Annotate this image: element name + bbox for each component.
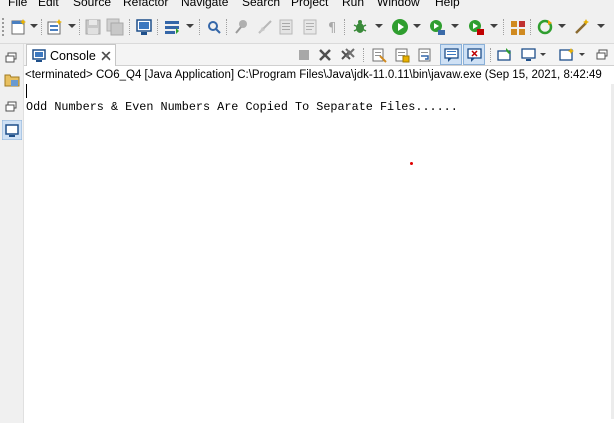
menu-help[interactable]: Help bbox=[435, 0, 460, 10]
console-view: Console <terminated> CO6_Q4 [Java Applic… bbox=[24, 44, 614, 423]
remove-all-terminated-icon[interactable] bbox=[340, 47, 356, 63]
left-trim-stack bbox=[0, 44, 24, 423]
restore-icon[interactable] bbox=[4, 99, 20, 115]
toolbar-separator bbox=[226, 19, 227, 35]
show-console-on-output-icon bbox=[444, 48, 459, 62]
annotation-icon[interactable] bbox=[256, 18, 274, 36]
external-tools-dropdown-icon[interactable] bbox=[490, 24, 498, 28]
menu-run[interactable]: Run bbox=[342, 0, 364, 10]
open-console-dropdown-icon[interactable] bbox=[579, 53, 585, 56]
refresh-icon[interactable] bbox=[536, 18, 554, 36]
menu-file[interactable]: File bbox=[8, 0, 27, 10]
toolbar-separator bbox=[530, 19, 531, 35]
run-dropdown-icon[interactable] bbox=[413, 24, 421, 28]
word-wrap-icon[interactable] bbox=[417, 47, 433, 63]
debug-dropdown-icon[interactable] bbox=[375, 24, 383, 28]
toolbar-grip[interactable] bbox=[2, 18, 5, 36]
scroll-lock-icon[interactable] bbox=[394, 47, 410, 63]
toolbar-separator bbox=[490, 48, 491, 62]
display-selected-console-icon[interactable] bbox=[521, 47, 537, 63]
refresh-dropdown-icon[interactable] bbox=[558, 24, 566, 28]
menu-bar: File Edit Source Refactor Navigate Searc… bbox=[0, 0, 614, 10]
wand-dropdown-icon[interactable] bbox=[597, 24, 605, 28]
format-icon[interactable] bbox=[278, 18, 296, 36]
show-console-on-error-icon bbox=[467, 48, 482, 62]
main-toolbar: ¶ bbox=[0, 10, 614, 44]
tab-console-label: Console bbox=[50, 49, 96, 63]
clear-console-icon[interactable] bbox=[371, 47, 387, 63]
toolbar-separator bbox=[129, 19, 130, 35]
restore-icon[interactable] bbox=[4, 50, 20, 66]
toolbar-separator bbox=[157, 19, 158, 35]
show-on-error-toggle[interactable] bbox=[463, 44, 485, 65]
restore-icon[interactable] bbox=[594, 47, 610, 63]
menu-refactor[interactable]: Refactor bbox=[123, 0, 168, 10]
new-dropdown-icon[interactable] bbox=[30, 24, 38, 28]
coverage-dropdown-icon[interactable] bbox=[451, 24, 459, 28]
open-console-icon[interactable] bbox=[559, 47, 575, 63]
menu-search[interactable]: Search bbox=[242, 0, 280, 10]
console-description: <terminated> CO6_Q4 [Java Application] C… bbox=[25, 69, 602, 81]
toolbar-separator bbox=[41, 19, 42, 35]
new-type-dropdown-icon[interactable] bbox=[68, 24, 76, 28]
terminate-icon[interactable] bbox=[297, 48, 311, 62]
pin-console-icon[interactable] bbox=[497, 47, 513, 63]
debug-icon[interactable] bbox=[351, 18, 369, 36]
toolbar-separator bbox=[363, 48, 364, 62]
run-icon[interactable] bbox=[391, 18, 409, 36]
svg-text:¶: ¶ bbox=[328, 21, 336, 36]
toolbar-separator bbox=[199, 19, 200, 35]
external-tools-icon[interactable] bbox=[467, 18, 485, 36]
search-icon[interactable] bbox=[205, 18, 223, 36]
cursor-marker bbox=[410, 162, 413, 165]
menu-window[interactable]: Window bbox=[377, 0, 420, 10]
open-type-icon[interactable] bbox=[509, 18, 527, 36]
save-icon[interactable] bbox=[84, 18, 102, 36]
text-caret bbox=[26, 84, 27, 98]
new-type-icon[interactable] bbox=[46, 18, 64, 36]
menu-edit[interactable]: Edit bbox=[38, 0, 59, 10]
save-all-icon[interactable] bbox=[106, 18, 124, 36]
toolbar-separator bbox=[344, 19, 345, 35]
toolbar-separator bbox=[79, 19, 80, 35]
console-icon bbox=[32, 49, 46, 62]
console-output[interactable]: Odd Numbers & Even Numbers Are Copied To… bbox=[26, 100, 458, 114]
show-on-output-toggle[interactable] bbox=[440, 44, 462, 65]
pilcrow-icon[interactable]: ¶ bbox=[323, 18, 341, 36]
close-icon[interactable] bbox=[100, 50, 112, 62]
task-dropdown-icon[interactable] bbox=[186, 24, 194, 28]
package-explorer-icon[interactable] bbox=[4, 71, 20, 87]
menu-source[interactable]: Source bbox=[73, 0, 111, 10]
new-icon[interactable] bbox=[10, 18, 28, 36]
pin-icon[interactable] bbox=[232, 18, 250, 36]
tab-console[interactable]: Console bbox=[26, 44, 116, 66]
console-view-icon[interactable] bbox=[2, 120, 22, 140]
coverage-icon[interactable] bbox=[428, 18, 446, 36]
menu-project[interactable]: Project bbox=[291, 0, 328, 10]
show-source-icon[interactable] bbox=[301, 18, 319, 36]
menu-navigate[interactable]: Navigate bbox=[181, 0, 228, 10]
console-tab-row: Console bbox=[24, 44, 614, 66]
terminal-icon[interactable] bbox=[135, 18, 153, 36]
display-console-dropdown-icon[interactable] bbox=[540, 53, 546, 56]
remove-launch-icon[interactable] bbox=[317, 47, 333, 63]
open-task-icon[interactable] bbox=[163, 18, 181, 36]
wand-icon[interactable] bbox=[573, 18, 591, 36]
toolbar-separator bbox=[503, 19, 504, 35]
